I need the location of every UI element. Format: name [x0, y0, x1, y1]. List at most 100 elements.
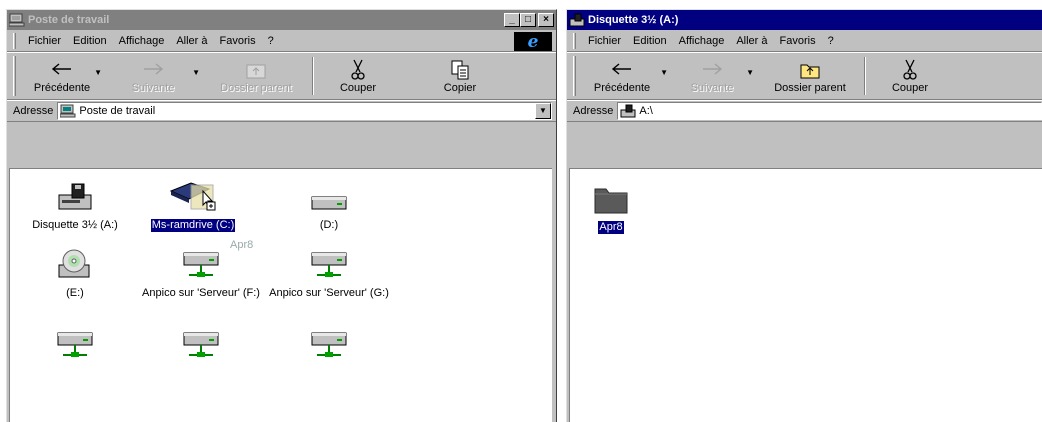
back-button[interactable]: Précédente ▼ — [22, 53, 102, 99]
network-drive-item[interactable] — [264, 325, 394, 361]
window-title: Poste de travail — [28, 14, 110, 26]
back-dropdown-icon[interactable]: ▼ — [660, 68, 668, 77]
minimize-button[interactable]: _ — [504, 13, 520, 27]
back-label: Précédente — [33, 82, 91, 94]
forward-label: Suivante — [690, 82, 734, 94]
drive-g-item[interactable]: Anpico sur 'Serveur' (G:) — [264, 245, 394, 300]
address-input[interactable]: Poste de travail ▼ — [57, 102, 552, 120]
up-label: Dossier parent — [220, 82, 292, 94]
network-drive-icon — [183, 325, 219, 361]
forward-arrow-icon — [142, 58, 164, 82]
network-drive-item[interactable] — [136, 325, 266, 361]
item-label: Anpico sur 'Serveur' (G:) — [269, 287, 389, 299]
up-button[interactable]: Dossier parent — [762, 53, 858, 99]
drive-f-item[interactable]: Anpico sur 'Serveur' (F:) — [136, 245, 266, 300]
folder-icon — [593, 179, 629, 215]
address-input[interactable]: A:\ — [617, 102, 1042, 120]
copy-icon — [450, 58, 470, 82]
menu-favoris[interactable]: Favoris — [774, 35, 822, 47]
forward-dropdown-icon[interactable]: ▼ — [746, 68, 754, 77]
drive-d-item[interactable]: (D:) — [264, 177, 394, 232]
cut-label: Couper — [891, 82, 929, 94]
toolbar-separator — [312, 57, 314, 95]
ram-drive-icon — [163, 177, 223, 213]
toolbar-grip — [573, 32, 576, 49]
item-label: Disquette 3½ (A:) — [32, 219, 118, 231]
item-label-selected: Ms-ramdrive (C:) — [150, 219, 236, 232]
menu-aller-a[interactable]: Aller à — [170, 35, 213, 47]
address-label: Adresse — [13, 105, 54, 117]
forward-button[interactable]: Suivante ▼ — [110, 53, 200, 99]
menu-edition[interactable]: Edition — [67, 35, 113, 47]
menu-favoris[interactable]: Favoris — [214, 35, 262, 47]
back-arrow-icon — [611, 58, 633, 82]
forward-dropdown-icon[interactable]: ▼ — [192, 68, 200, 77]
item-label-selected: Apr8 — [598, 221, 624, 234]
scissors-icon — [900, 58, 920, 82]
window-disquette[interactable]: Disquette 3½ (A:) Fichier Edition Affich… — [566, 9, 1042, 422]
network-drive-item[interactable] — [10, 325, 140, 361]
network-drive-icon — [311, 245, 347, 281]
folder-item-apr8[interactable]: Apr8 — [567, 179, 666, 234]
up-button[interactable]: Dossier parent — [206, 53, 306, 99]
maximize-button[interactable]: □ — [520, 13, 536, 27]
hard-drive-icon — [311, 177, 347, 213]
menu-fichier[interactable]: Fichier — [22, 35, 67, 47]
item-label: Anpico sur 'Serveur' (F:) — [142, 287, 260, 299]
toolbar-separator — [864, 57, 866, 95]
folder-view[interactable]: Disquette 3½ (A:) Ms-ramdrive (C:) Apr8 … — [9, 168, 552, 422]
window-title: Disquette 3½ (A:) — [588, 14, 679, 26]
address-value: Poste de travail — [79, 105, 156, 117]
cut-button[interactable]: Couper — [872, 53, 948, 99]
item-label: (D:) — [319, 219, 339, 231]
network-drive-icon — [57, 325, 93, 361]
menu-edition[interactable]: Edition — [627, 35, 673, 47]
drive-c-item[interactable]: Ms-ramdrive (C:) — [128, 177, 258, 232]
floppy-drive-icon — [620, 104, 636, 118]
network-drive-icon — [311, 325, 347, 361]
floppy-drive-icon — [569, 13, 585, 27]
network-drive-icon — [183, 245, 219, 281]
copy-button[interactable]: Copier — [420, 53, 500, 99]
address-value: A:\ — [639, 105, 653, 117]
back-dropdown-icon[interactable]: ▼ — [94, 68, 102, 77]
standard-toolbar: Précédente ▼ Suivante ▼ Dossier parent C… — [567, 52, 1042, 100]
back-label: Précédente — [593, 82, 651, 94]
address-bar: Adresse Poste de travail ▼ — [7, 100, 556, 122]
menu-affichage[interactable]: Affichage — [673, 35, 731, 47]
back-button[interactable]: Précédente ▼ — [582, 53, 668, 99]
scissors-icon — [348, 58, 368, 82]
toolbar-grip — [13, 56, 16, 96]
window-poste-de-travail[interactable]: Poste de travail _ □ × Fichier Edition A… — [6, 9, 557, 422]
computer-icon — [59, 104, 76, 118]
computer-icon — [8, 13, 25, 27]
title-bar[interactable]: Poste de travail _ □ × — [7, 10, 556, 30]
toolbar-grip — [13, 32, 16, 49]
drive-e-item[interactable]: (E:) — [10, 245, 140, 300]
up-label: Dossier parent — [774, 82, 846, 94]
back-arrow-icon — [51, 58, 73, 82]
menu-aller-a[interactable]: Aller à — [730, 35, 773, 47]
cut-button[interactable]: Couper — [320, 53, 396, 99]
menu-help[interactable]: ? — [262, 35, 280, 47]
menu-bar: Fichier Edition Affichage Aller à Favori… — [7, 30, 556, 52]
menu-fichier[interactable]: Fichier — [582, 35, 627, 47]
menu-bar: Fichier Edition Affichage Aller à Favori… — [567, 30, 1042, 52]
item-label: (E:) — [66, 287, 84, 299]
drive-a-item[interactable]: Disquette 3½ (A:) — [10, 177, 140, 232]
parent-folder-icon — [245, 58, 267, 82]
cd-drive-icon — [57, 245, 93, 281]
menu-help[interactable]: ? — [822, 35, 840, 47]
folder-view[interactable]: Apr8 — [569, 168, 1042, 422]
parent-folder-icon — [799, 58, 821, 82]
toolbar-grip — [573, 56, 576, 96]
close-button[interactable]: × — [538, 13, 554, 27]
internet-explorer-logo-icon: e — [514, 32, 552, 52]
address-dropdown-icon[interactable]: ▼ — [535, 103, 551, 119]
title-bar[interactable]: Disquette 3½ (A:) — [567, 10, 1042, 30]
menu-affichage[interactable]: Affichage — [113, 35, 171, 47]
address-bar: Adresse A:\ — [567, 100, 1042, 122]
standard-toolbar: Précédente ▼ Suivante ▼ Dossier parent C… — [7, 52, 556, 100]
forward-button[interactable]: Suivante ▼ — [672, 53, 754, 99]
forward-label: Suivante — [131, 82, 175, 94]
